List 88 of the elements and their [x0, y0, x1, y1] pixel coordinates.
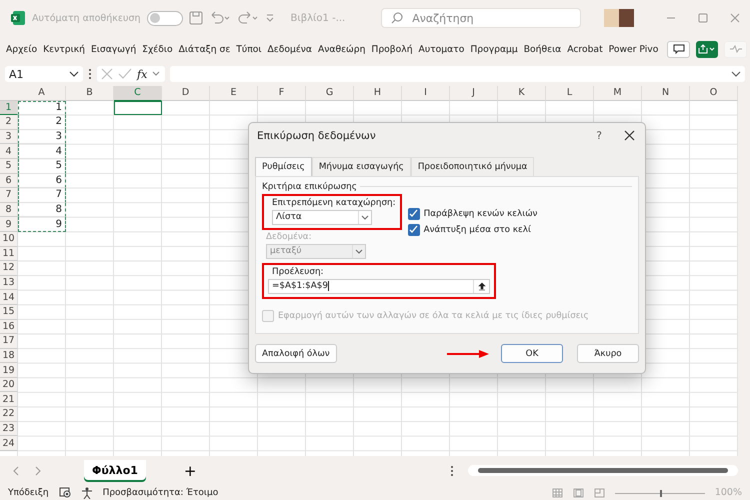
row-header[interactable]: 19 — [0, 363, 18, 378]
help-button[interactable]: ? — [596, 130, 602, 142]
row-header[interactable]: 20 — [0, 378, 18, 392]
column-header[interactable]: C — [114, 86, 162, 101]
table-cell: 1 — [18, 100, 66, 116]
dialog-tab[interactable]: Ρυθμίσεις — [255, 156, 312, 176]
table-cell: 5 — [18, 158, 66, 174]
allow-label: Επιτρεπόμενη καταχώρηση: — [272, 198, 396, 208]
table-cell: 4 — [18, 144, 66, 159]
dialog-tab[interactable]: Προειδοποιητικό μήνυμα — [410, 156, 534, 176]
column-header[interactable]: N — [642, 86, 690, 101]
ribbon-tab[interactable]: Βοήθεια — [520, 39, 564, 59]
column-header[interactable]: A — [18, 86, 66, 101]
row-header[interactable]: 23 — [0, 422, 18, 436]
dialog-title: Επικύρωση δεδομένων — [257, 130, 377, 142]
ribbon-tab[interactable]: Εισαγωγή — [88, 39, 140, 59]
table-cell: 3 — [18, 130, 66, 144]
ribbon-tab[interactable]: Προγραμμ — [467, 39, 521, 59]
row-header[interactable]: 12 — [0, 261, 18, 276]
row-header[interactable]: 17 — [0, 334, 18, 349]
column-header[interactable]: H — [354, 86, 402, 101]
row-header[interactable]: 4 — [0, 144, 18, 159]
row-header[interactable]: 21 — [0, 392, 18, 408]
row-header[interactable]: 15 — [0, 304, 18, 320]
row-header[interactable]: 10 — [0, 232, 18, 247]
checkbox-label: Ανάπτυξη μέσα στο κελί — [424, 224, 531, 235]
ribbon-tab[interactable]: Αυτοματο — [416, 39, 468, 59]
insert-function-button[interactable]: fx — [137, 68, 148, 80]
checkbox-label: Παράβλεψη κενών κελιών — [424, 208, 538, 219]
row-header[interactable]: 6 — [0, 174, 18, 188]
table-cell: 2 — [18, 115, 66, 130]
name-box[interactable]: A1 — [5, 66, 83, 82]
column-header[interactable]: M — [594, 86, 642, 101]
column-header[interactable]: K — [498, 86, 546, 101]
row-header[interactable]: 7 — [0, 188, 18, 203]
row-header[interactable]: 9 — [0, 217, 18, 232]
table-cell: 9 — [18, 217, 66, 232]
source-label: Προέλευση: — [272, 266, 325, 277]
row-header[interactable]: 1 — [0, 100, 18, 116]
dialog-tab[interactable]: Μήνυμα εισαγωγής — [312, 156, 411, 176]
row-header[interactable]: 22 — [0, 407, 18, 422]
section-label: Κριτήρια επικύρωσης — [262, 182, 357, 192]
row-header[interactable]: 14 — [0, 290, 18, 305]
ribbon-tab[interactable]: Σχέδιο — [139, 39, 176, 59]
ribbon-tab[interactable]: Αρχείο — [3, 39, 40, 59]
ribbon-tab[interactable]: Αναθεώρη — [315, 39, 368, 59]
row-header[interactable]: 8 — [0, 202, 18, 218]
ribbon-tab[interactable]: Κεντρική — [40, 39, 88, 59]
autosave-label: Αυτόματη αποθήκευση — [32, 12, 140, 24]
row-header[interactable]: 3 — [0, 130, 18, 144]
data-label: Δεδομένα: — [266, 232, 313, 242]
checkbox-label: Εφαρμογή αυτών των αλλαγών σε όλα τα κελιά με τις ίδιες ρυθμίσεις — [278, 311, 589, 321]
table-cell: 8 — [18, 202, 66, 218]
column-header[interactable]: B — [66, 86, 114, 101]
row-header[interactable]: 24 — [0, 436, 18, 451]
column-header[interactable]: I — [402, 86, 450, 101]
ribbon-tab[interactable]: Power Pivo — [606, 39, 662, 59]
row-header[interactable]: 5 — [0, 158, 18, 174]
row-header[interactable]: 16 — [0, 320, 18, 334]
table-cell: 6 — [18, 174, 66, 188]
column-header[interactable]: J — [450, 86, 498, 101]
ribbon-tab[interactable]: Διάταξη σε — [176, 39, 234, 59]
source-field[interactable]: =$A$1:$A$9 — [268, 278, 490, 294]
column-header[interactable]: E — [210, 86, 258, 101]
status-hint: Υπόδειξη — [8, 488, 49, 498]
row-header[interactable]: 2 — [0, 115, 18, 130]
table-cell: 7 — [18, 188, 66, 203]
ribbon-tab[interactable]: Acrobat — [564, 39, 606, 59]
sheet-tab[interactable]: Φύλλο1 — [84, 460, 146, 482]
ribbon-tab[interactable]: Τύποι — [233, 39, 264, 59]
column-header[interactable]: F — [258, 86, 306, 101]
add-sheet-button[interactable]: + — [184, 462, 196, 480]
cancel-button[interactable]: Άκυρο — [577, 344, 639, 363]
allow-dropdown[interactable]: Λίστα — [272, 210, 372, 225]
column-header[interactable]: D — [162, 86, 210, 101]
clear-all-button[interactable]: Απαλοιφή όλων — [255, 344, 337, 363]
row-header[interactable]: 13 — [0, 276, 18, 290]
column-header[interactable]: L — [546, 86, 594, 101]
row-header[interactable]: 18 — [0, 348, 18, 364]
row-header[interactable]: 11 — [0, 246, 18, 262]
file-name: Βιβλίο1 -... — [290, 12, 346, 24]
column-header[interactable]: G — [306, 86, 354, 101]
ribbon-tab[interactable]: Προβολή — [368, 39, 416, 59]
ok-button[interactable]: OK — [501, 344, 563, 363]
search-field[interactable]: Αναζήτηση — [381, 8, 582, 28]
ribbon-tab[interactable]: Δεδομένα — [264, 39, 315, 59]
column-header[interactable]: O — [690, 86, 738, 101]
accessibility-status: Προσβασιμότητα: Έτοιμο — [102, 488, 218, 498]
